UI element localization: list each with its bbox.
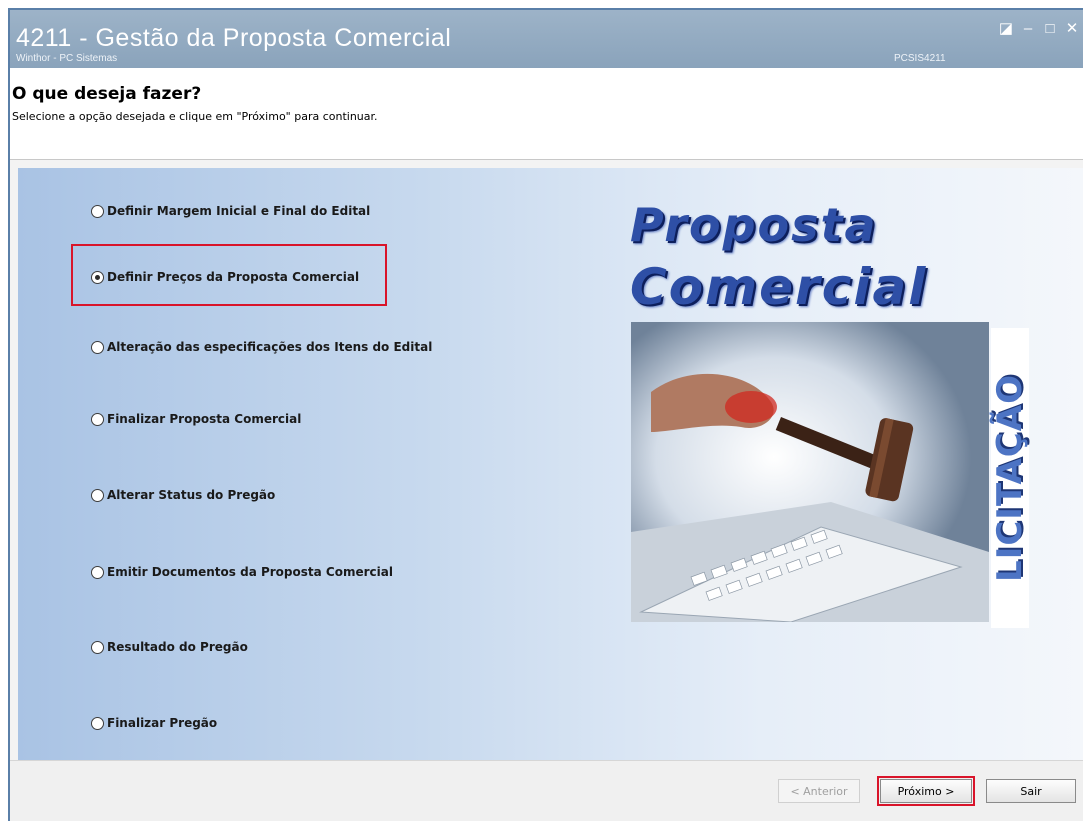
option-label: Finalizar Pregão bbox=[107, 716, 218, 730]
option-label: Resultado do Pregão bbox=[107, 640, 248, 654]
wizard-footer: < Anterior Próximo > Sair bbox=[10, 760, 1083, 821]
wizard-header: O que deseja fazer? Selecione a opção de… bbox=[10, 68, 1083, 160]
radio-icon[interactable] bbox=[91, 340, 104, 354]
next-button[interactable]: Próximo > bbox=[877, 776, 975, 806]
title-bar[interactable]: 4211 - Gestão da Proposta Comercial Wint… bbox=[10, 10, 1083, 68]
banner-title-line2: Comercial bbox=[630, 258, 928, 316]
app-window: 4211 - Gestão da Proposta Comercial Wint… bbox=[8, 8, 1083, 821]
licitacao-label: LICITAÇÃO bbox=[990, 374, 1031, 582]
option-label: Definir Preços da Proposta Comercial bbox=[107, 270, 360, 284]
radio-icon[interactable] bbox=[91, 565, 104, 579]
banner-title-line1: Proposta bbox=[630, 198, 878, 252]
window-title: 4211 - Gestão da Proposta Comercial bbox=[16, 24, 452, 52]
options-panel: Definir Margem Inicial e Final do Edital… bbox=[18, 168, 1083, 760]
window-controls: ◪ – □ ✕ bbox=[995, 20, 1083, 38]
routine-code: PCSIS4211 bbox=[894, 53, 946, 64]
minimize-icon[interactable]: – bbox=[1017, 20, 1039, 38]
option-alterar-status[interactable]: Alterar Status do Pregão bbox=[91, 485, 275, 505]
option-label: Definir Margem Inicial e Final do Edital bbox=[107, 204, 371, 218]
page-title: O que deseja fazer? bbox=[12, 84, 202, 104]
page-instruction: Selecione a opção desejada e clique em "… bbox=[12, 110, 378, 123]
option-finalizar-proposta[interactable]: Finalizar Proposta Comercial bbox=[91, 409, 301, 429]
option-label: Finalizar Proposta Comercial bbox=[107, 412, 302, 426]
close-icon[interactable]: ✕ bbox=[1061, 20, 1083, 38]
gavel-illustration bbox=[631, 322, 989, 622]
option-label: Alterar Status do Pregão bbox=[107, 488, 276, 502]
option-emitir-documentos[interactable]: Emitir Documentos da Proposta Comercial bbox=[91, 562, 393, 582]
licitacao-vertical-text: LICITAÇÃO bbox=[990, 328, 1031, 628]
radio-checked-icon[interactable] bbox=[91, 270, 104, 284]
exit-button[interactable]: Sair bbox=[986, 779, 1076, 803]
previous-button[interactable]: < Anterior bbox=[778, 779, 860, 803]
auction-gavel-image bbox=[631, 322, 989, 622]
option-label: Alteração das especificações dos Itens d… bbox=[107, 340, 433, 354]
radio-icon[interactable] bbox=[91, 640, 104, 654]
radio-icon[interactable] bbox=[91, 488, 104, 502]
radio-icon[interactable] bbox=[91, 412, 104, 426]
option-label: Emitir Documentos da Proposta Comercial bbox=[107, 565, 393, 579]
maximize-icon[interactable]: □ bbox=[1039, 20, 1061, 38]
option-finalizar-pregao[interactable]: Finalizar Pregão bbox=[91, 713, 217, 733]
option-resultado-pregao[interactable]: Resultado do Pregão bbox=[91, 637, 248, 657]
window-subtitle: Winthor - PC Sistemas bbox=[16, 53, 118, 64]
radio-icon[interactable] bbox=[91, 716, 104, 730]
restore-icon[interactable]: ◪ bbox=[995, 20, 1017, 38]
radio-icon[interactable] bbox=[91, 204, 104, 218]
option-alteracao-especificacoes[interactable]: Alteração das especificações dos Itens d… bbox=[91, 337, 432, 357]
header-divider bbox=[10, 159, 1083, 160]
option-definir-margem[interactable]: Definir Margem Inicial e Final do Edital bbox=[91, 201, 370, 221]
option-definir-precos[interactable]: Definir Preços da Proposta Comercial bbox=[91, 267, 359, 287]
